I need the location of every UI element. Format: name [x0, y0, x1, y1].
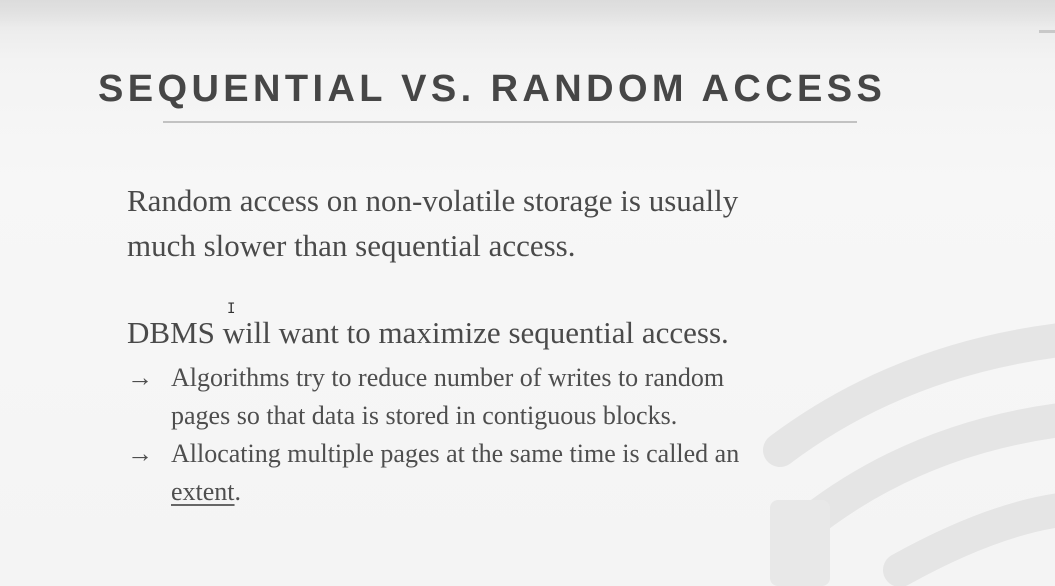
- arrow-right-icon: →: [127, 439, 153, 468]
- bullet-line: Algorithms try to reduce number of write…: [171, 363, 725, 392]
- text-cursor-icon: I: [227, 301, 236, 317]
- paragraph-line: Random access on non-volatile storage is…: [127, 183, 739, 218]
- top-shadow: [0, 0, 1055, 28]
- arrow-right-icon: →: [127, 363, 153, 392]
- bullet-line-suffix: .: [234, 477, 242, 506]
- paragraph-random-access: Random access on non-volatile storage is…: [127, 178, 738, 268]
- extent-term: extent: [171, 477, 235, 506]
- bullet-text: Algorithms try to reduce number of write…: [171, 359, 724, 435]
- database-cylinder-icon: [763, 323, 1055, 586]
- title-underline: [163, 121, 857, 123]
- slide-title: SEQUENTIAL VS. RANDOM ACCESS: [98, 68, 887, 110]
- slide: SEQUENTIAL VS. RANDOM ACCESS Random acce…: [0, 0, 1055, 586]
- paragraph-dbms: DBMS will want to maximize sequential ac…: [127, 315, 729, 350]
- paragraph-line: much slower than sequential access.: [127, 228, 576, 263]
- bullet-line: pages so that data is stored in contiguo…: [171, 401, 678, 430]
- window-edge-mark: [1039, 30, 1055, 33]
- bullet-line: Allocating multiple pages at the same ti…: [171, 439, 740, 468]
- bullet-text: Allocating multiple pages at the same ti…: [171, 435, 739, 511]
